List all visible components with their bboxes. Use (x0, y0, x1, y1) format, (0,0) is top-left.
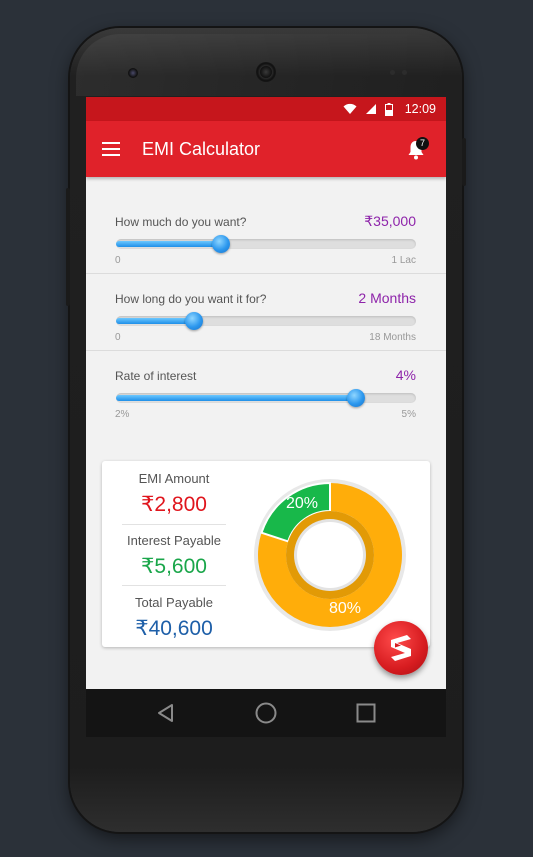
battery-icon (384, 102, 393, 116)
app-title: EMI Calculator (142, 139, 261, 159)
app-toolbar: EMI Calculator 7 (86, 121, 446, 177)
emi-breakdown-donut-chart: 20% 80% (254, 479, 406, 631)
loan-amount-value: ₹35,000 (364, 213, 416, 229)
emi-amount-metric: EMI Amount ₹2,800 (122, 471, 226, 517)
loan-amount-label: How much do you want? (115, 215, 247, 229)
tenure-min: 0 (115, 332, 121, 343)
emi-result-card: EMI Amount ₹2,800 Interest Payable ₹5,60… (102, 461, 430, 647)
donut-hole (297, 522, 363, 588)
tenure-slider[interactable] (116, 312, 416, 330)
recents-icon[interactable] (356, 703, 376, 723)
interest-payable-value: ₹5,600 (141, 555, 207, 578)
light-sensor (402, 70, 407, 75)
loan-amount-section: How much do you want? ₹35,000 0 1 Lac (86, 197, 446, 274)
tenure-slider-fill (116, 318, 194, 324)
total-payable-metric: Total Payable ₹40,600 (122, 595, 226, 641)
proximity-sensor (390, 70, 395, 75)
metric-divider (122, 524, 226, 525)
interest-rate-label: Rate of interest (115, 369, 197, 383)
tenure-label: How long do you want it for? (115, 292, 267, 306)
interest-rate-value: 4% (395, 367, 416, 383)
device-mockup: 12:09 EMI Calculator 7 How much do you w… (0, 0, 533, 857)
notification-badge: 7 (416, 137, 429, 150)
loan-amount-slider-fill (116, 241, 221, 247)
loan-amount-slider[interactable] (116, 235, 416, 253)
volume-button (66, 188, 70, 306)
brand-logo-icon (391, 635, 411, 661)
tenure-slider-thumb[interactable] (185, 312, 203, 330)
signal-icon (365, 104, 376, 114)
loan-amount-min: 0 (115, 255, 121, 266)
front-camera (128, 68, 138, 78)
loan-amount-max: 1 Lac (391, 255, 416, 266)
interest-payable-label: Interest Payable (127, 533, 221, 548)
tenure-section: How long do you want it for? 2 Months 0 … (86, 274, 446, 351)
interest-rate-min: 2% (115, 409, 130, 420)
interest-rate-slider-thumb[interactable] (347, 389, 365, 407)
emi-amount-label: EMI Amount (138, 471, 210, 486)
interest-rate-slider-fill (116, 395, 356, 401)
hamburger-menu-icon[interactable] (102, 142, 120, 156)
power-button (462, 138, 466, 186)
interest-payable-metric: Interest Payable ₹5,600 (122, 533, 226, 579)
interest-rate-section: Rate of interest 4% 2% 5% (86, 351, 446, 427)
loan-amount-slider-thumb[interactable] (212, 235, 230, 253)
status-time: 12:09 (404, 102, 436, 116)
metric-divider (122, 585, 226, 586)
interest-rate-max: 5% (401, 409, 416, 420)
interest-percent-label: 20% (286, 495, 318, 512)
principal-percent-label: 80% (329, 600, 361, 617)
status-bar: 12:09 (86, 97, 446, 121)
tenure-value: 2 Months (358, 290, 416, 306)
earpiece-speaker (256, 62, 276, 82)
interest-rate-slider[interactable] (116, 389, 416, 407)
total-payable-value: ₹40,600 (135, 617, 213, 640)
back-icon[interactable] (156, 703, 176, 723)
total-payable-label: Total Payable (134, 595, 214, 610)
app-screen: 12:09 EMI Calculator 7 How much do you w… (86, 97, 446, 737)
tenure-max: 18 Months (369, 332, 416, 343)
emi-amount-value: ₹2,800 (141, 493, 207, 516)
home-icon[interactable] (255, 702, 277, 724)
brand-fab-button[interactable] (374, 621, 428, 675)
system-navigation-bar (86, 689, 446, 737)
wifi-icon (343, 103, 357, 114)
